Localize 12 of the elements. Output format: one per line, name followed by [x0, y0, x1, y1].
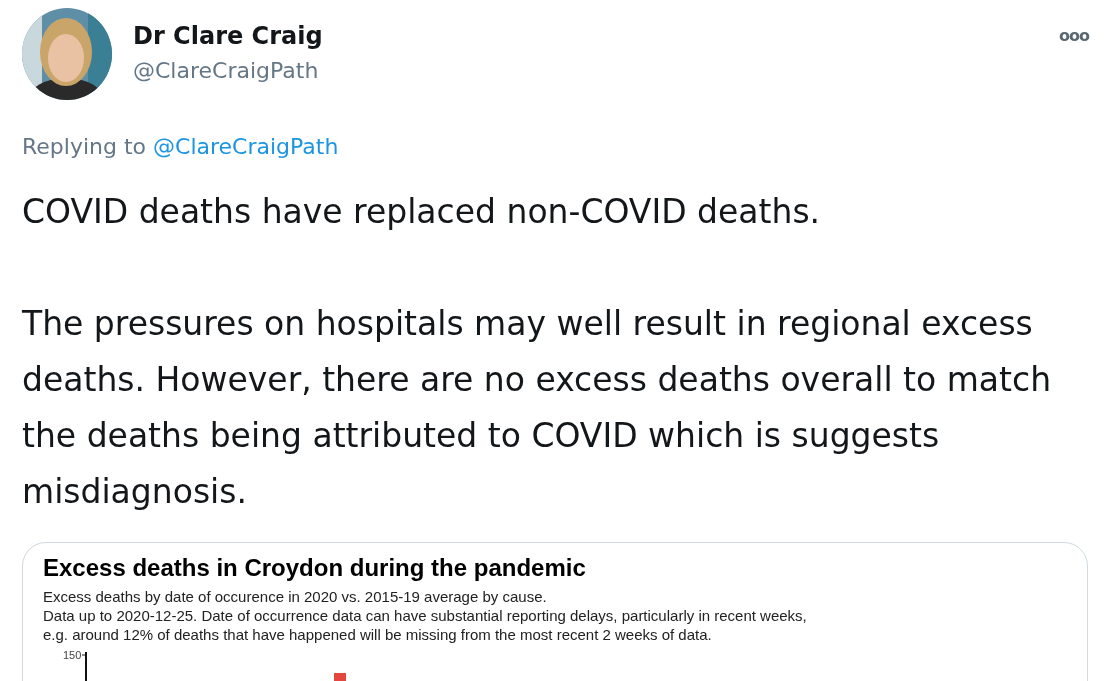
tweet-paragraph: The pressures on hospitals may well result in regional excess deaths. However, there are no excess deaths overall to match the deaths being attributed to COVID which is suggests misdiagnosis. [22, 303, 1053, 513]
author-name[interactable]: Dr Clare Craig [133, 20, 323, 52]
axis-tick-label: 150 [63, 648, 82, 662]
chart-subtitle: e.g. around 12% of deaths that have happened will be missing from the most recent 2 weeks of data. [43, 625, 713, 644]
replying-to-label: Replying to [22, 133, 147, 161]
tweet-paragraph: COVID deaths have replaced non-COVID deaths. [22, 191, 822, 233]
chart-title: Excess deaths in Croydon during the pandemic [43, 553, 587, 583]
author-handle[interactable]: @ClareCraigPath [133, 55, 323, 87]
more-button[interactable]: ooo [1059, 28, 1089, 44]
mention-link[interactable]: @ClareCraigPath [153, 132, 339, 162]
chart-subtitle: Excess deaths by date of occurence in 2020 vs. 2015-19 average by cause. [43, 587, 548, 606]
chart-subtitle: Data up to 2020-12-25. Date of occurrence data can have substantial reporting delays, particularly in recent weeks, [43, 606, 808, 625]
